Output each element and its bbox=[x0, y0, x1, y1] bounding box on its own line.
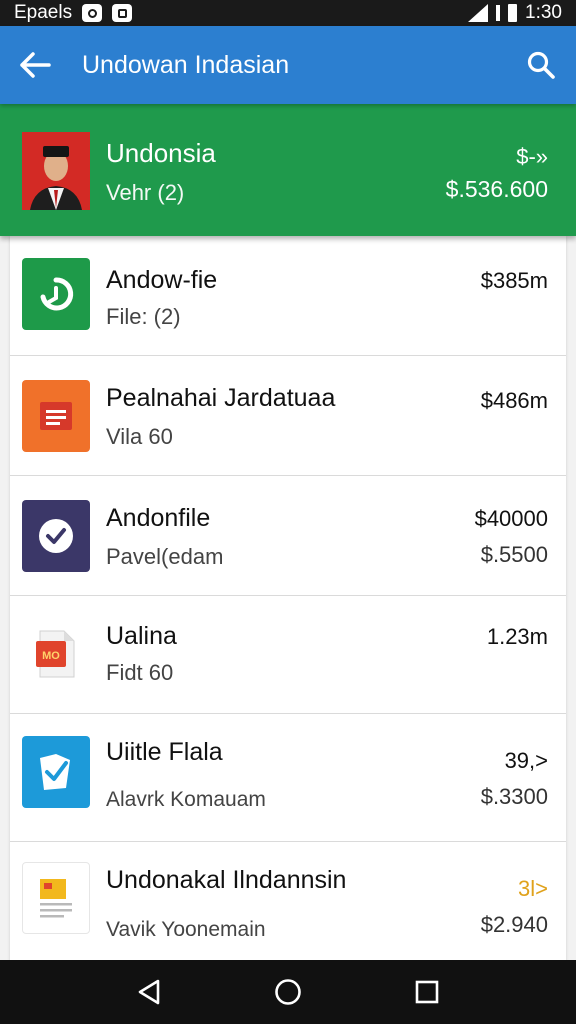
status-time: 1:30 bbox=[525, 2, 562, 23]
item-title: Uiitle Flala bbox=[106, 738, 223, 766]
blue-shield-icon bbox=[22, 736, 90, 808]
item-subtitle: Fidt 60 bbox=[106, 660, 174, 685]
nav-back-icon bbox=[139, 979, 160, 1005]
search-button[interactable] bbox=[506, 26, 576, 104]
list-item[interactable]: Andow-fie File: (2) $385m bbox=[10, 236, 566, 356]
status-bar: Epaels 1:30 bbox=[0, 0, 576, 26]
pdf-file-icon: MO bbox=[22, 618, 90, 690]
list-item[interactable]: Pealnahai Jardatuaa Vila 60 $486m bbox=[10, 356, 566, 476]
item-value: 1.23m bbox=[486, 624, 548, 649]
item-subtitle: Vavik Yoonemain bbox=[106, 918, 266, 941]
signal-icon bbox=[468, 4, 489, 22]
arrow-left-icon bbox=[20, 52, 51, 78]
item-title: Andow-fie bbox=[106, 266, 218, 294]
list-item[interactable]: Undonakal Ilndannsin Vavik Yoonemain 3l>… bbox=[10, 842, 566, 960]
notification-icon bbox=[82, 4, 103, 22]
nav-back-button[interactable] bbox=[119, 962, 179, 1022]
header-card[interactable]: Undonsia Vehr (2) $-» $.536.600 bbox=[0, 104, 576, 236]
item-title: Andonfile bbox=[106, 504, 211, 532]
app-bar: Undowan Indasian bbox=[0, 26, 576, 104]
item-subtitle: Vila 60 bbox=[106, 424, 173, 449]
item-value: $40000 bbox=[474, 506, 548, 531]
nav-home-icon bbox=[275, 979, 301, 1005]
list-item[interactable]: Uiitle Flala Alavrk Komauam 39,> $.3300 bbox=[10, 714, 566, 842]
page-title: Undowan Indasian bbox=[82, 50, 290, 79]
item-subtitle: File: (2) bbox=[106, 304, 181, 329]
cell-bars-icon bbox=[496, 5, 501, 21]
app-notification-icon bbox=[112, 4, 133, 22]
nav-recents-button[interactable] bbox=[397, 962, 457, 1022]
item-value: $486m bbox=[480, 388, 548, 413]
battery-icon bbox=[508, 4, 518, 22]
green-timer-icon bbox=[22, 258, 90, 330]
nav-home-button[interactable] bbox=[258, 962, 318, 1022]
item-list: Andow-fie File: (2) $385m Pealnahai Jard… bbox=[0, 236, 576, 960]
item-secondary-value: $.5500 bbox=[480, 542, 548, 567]
item-title: Undonakal Ilndannsin bbox=[106, 866, 347, 894]
item-secondary-value: $.3300 bbox=[480, 784, 548, 809]
notes-icon bbox=[22, 862, 90, 934]
item-value: 39,> bbox=[504, 748, 548, 773]
item-title: Ualina bbox=[106, 622, 177, 650]
item-value: $385m bbox=[480, 268, 548, 293]
item-subtitle: Pavel(edam bbox=[106, 544, 224, 569]
status-left-text: Epaels bbox=[14, 2, 73, 23]
header-value-top: $-» bbox=[516, 144, 548, 169]
item-subtitle: Alavrk Komauam bbox=[106, 788, 266, 811]
nav-recents-icon bbox=[415, 980, 438, 1004]
list-card: Andow-fie File: (2) $385m Pealnahai Jard… bbox=[10, 236, 566, 960]
header-subtitle: Vehr (2) bbox=[106, 180, 185, 205]
system-nav-bar bbox=[0, 960, 576, 1024]
item-value: 3l> bbox=[518, 876, 548, 901]
header-value-bottom: $.536.600 bbox=[445, 176, 548, 202]
item-title: Pealnahai Jardatuaa bbox=[106, 384, 336, 412]
svg-text:MO: MO bbox=[42, 650, 60, 662]
checkmark-icon bbox=[22, 500, 90, 572]
back-button[interactable] bbox=[0, 26, 70, 104]
search-icon bbox=[527, 51, 555, 79]
orange-document-icon bbox=[22, 380, 90, 452]
item-secondary-value: $2.940 bbox=[480, 912, 548, 937]
avatar bbox=[22, 132, 90, 210]
list-item[interactable]: MO Ualina Fidt 60 1.23m bbox=[10, 596, 566, 714]
header-title: Undonsia bbox=[106, 138, 216, 168]
list-item[interactable]: Andonfile Pavel(edam $40000 $.5500 bbox=[10, 476, 566, 596]
